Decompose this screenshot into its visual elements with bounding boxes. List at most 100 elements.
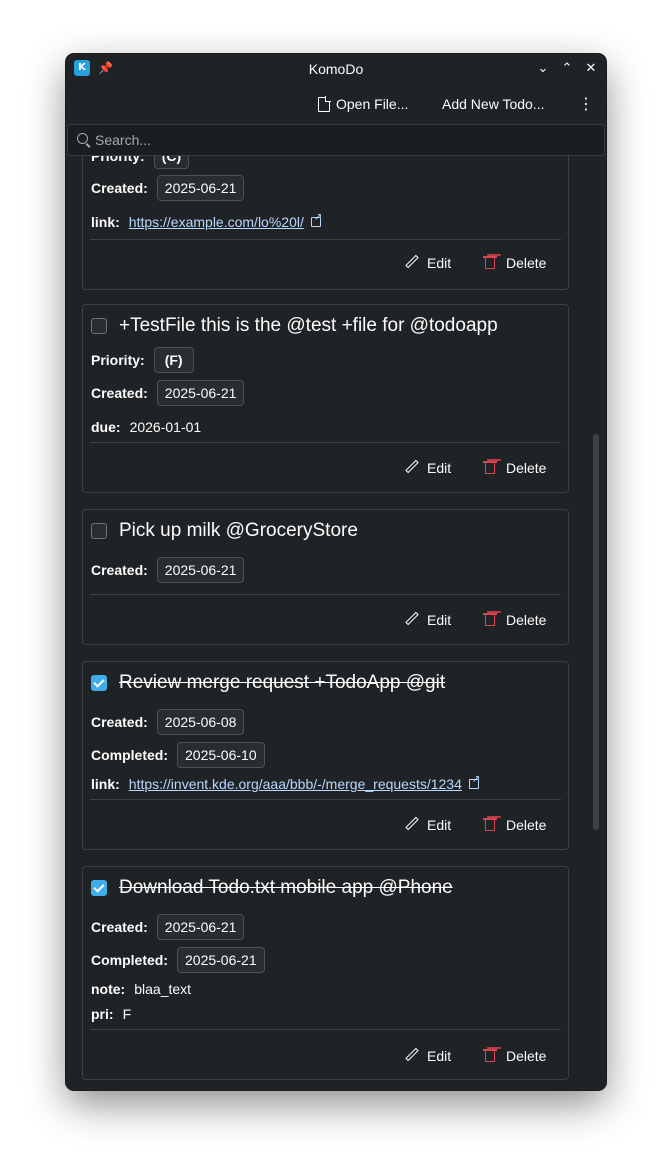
- extra-link[interactable]: https://invent.kde.org/aaa/bbb/-/merge_r…: [129, 776, 462, 792]
- todo-card: +TestFile this is the @test +file for @t…: [82, 304, 569, 493]
- overflow-menu-icon[interactable]: ⋮: [578, 90, 594, 118]
- delete-label: Delete: [506, 255, 547, 271]
- todo-title[interactable]: +TestFile this is the @test +file for @t…: [119, 313, 498, 339]
- external-link-icon[interactable]: [468, 774, 480, 789]
- created-label: Created:: [91, 714, 148, 730]
- created-date: 2025-06-21: [156, 175, 245, 201]
- completed-label: Completed:: [91, 952, 168, 968]
- delete-button[interactable]: Delete: [483, 607, 547, 633]
- priority-row: Priority: (F): [91, 347, 194, 373]
- priority-badge: (C): [153, 156, 190, 169]
- external-link-icon[interactable]: [310, 212, 322, 227]
- priority-row: Priority: (C): [91, 156, 190, 169]
- completed-row: Completed: 2025-06-10: [91, 742, 265, 768]
- created-row: Created: 2025-06-21: [91, 380, 245, 406]
- card-divider: [90, 799, 561, 800]
- toolbar: Open File... Add New Todo... ⋮: [66, 84, 606, 124]
- extra-value: blaa_text: [134, 981, 192, 997]
- delete-button[interactable]: Delete: [483, 250, 547, 276]
- open-file-button[interactable]: Open File...: [318, 90, 408, 118]
- extra-link[interactable]: https://example.com/lo%20l/: [129, 214, 304, 230]
- app-window: K 📌 KomoDo ⌄ ⌃ ✕ Open File... Add New To…: [66, 54, 606, 1090]
- todo-title[interactable]: Review merge request +TodoApp @git: [119, 670, 445, 696]
- created-date: 2025-06-21: [156, 380, 245, 406]
- edit-label: Edit: [427, 1048, 452, 1064]
- todo-card: Pick up milk @GroceryStore Created: 2025…: [82, 509, 569, 645]
- todo-checkbox[interactable]: [91, 318, 107, 334]
- created-label: Created:: [91, 180, 148, 196]
- todo-card: Download Todo.txt mobile app @Phone Crea…: [82, 866, 569, 1080]
- edit-button[interactable]: Edit: [405, 607, 451, 633]
- pencil-icon: [405, 255, 419, 269]
- card-divider: [90, 442, 561, 443]
- edit-label: Edit: [427, 612, 452, 628]
- extra-row: due: 2026-01-01: [91, 414, 201, 440]
- extra-row: pri: F: [91, 1001, 131, 1027]
- pencil-icon: [405, 1048, 419, 1062]
- trash-icon: [483, 1048, 497, 1063]
- trash-icon: [483, 612, 497, 627]
- pencil-icon: [405, 817, 419, 831]
- card-divider: [90, 239, 561, 240]
- created-date: 2025-06-21: [156, 914, 245, 940]
- completed-date: 2025-06-21: [177, 947, 265, 973]
- maximize-button[interactable]: ⌃: [556, 58, 578, 80]
- delete-label: Delete: [506, 1048, 547, 1064]
- extra-key: due:: [91, 419, 121, 435]
- completed-label: Completed:: [91, 747, 168, 763]
- completed-date: 2025-06-10: [177, 742, 265, 768]
- todo-list[interactable]: Priority: (C) Created: 2025-06-21 link: …: [66, 156, 606, 1090]
- created-label: Created:: [91, 385, 148, 401]
- todo-checkbox[interactable]: [91, 523, 107, 539]
- created-date: 2025-06-08: [156, 709, 245, 735]
- created-row: Created: 2025-06-21: [91, 175, 245, 201]
- minimize-button[interactable]: ⌄: [532, 58, 554, 80]
- todo-title[interactable]: Pick up milk @GroceryStore: [119, 518, 358, 544]
- created-row: Created: 2025-06-21: [91, 557, 245, 583]
- edit-label: Edit: [427, 255, 452, 271]
- close-button[interactable]: ✕: [580, 58, 602, 80]
- todo-title[interactable]: Download Todo.txt mobile app @Phone: [119, 875, 453, 901]
- title-bar[interactable]: K 📌 KomoDo ⌄ ⌃ ✕: [66, 54, 606, 84]
- extra-value: F: [122, 1006, 132, 1022]
- trash-icon: [483, 460, 497, 475]
- delete-label: Delete: [506, 817, 547, 833]
- edit-button[interactable]: Edit: [405, 1043, 451, 1069]
- todo-card: Priority: (C) Created: 2025-06-21 link: …: [82, 156, 569, 290]
- created-label: Created:: [91, 562, 148, 578]
- priority-label: Priority:: [91, 156, 145, 164]
- delete-button[interactable]: Delete: [483, 812, 547, 838]
- scrollbar-thumb[interactable]: [593, 434, 599, 830]
- delete-button[interactable]: Delete: [483, 455, 546, 481]
- delete-button[interactable]: Delete: [483, 1043, 547, 1069]
- add-todo-button[interactable]: Add New Todo...: [442, 90, 544, 118]
- created-date: 2025-06-21: [156, 557, 245, 583]
- extra-value: 2026-01-01: [129, 419, 202, 435]
- search-input[interactable]: [95, 125, 575, 155]
- todo-card: Review merge request +TodoApp @git Creat…: [82, 661, 569, 850]
- search-field[interactable]: [67, 124, 605, 156]
- open-file-label: Open File...: [336, 96, 409, 112]
- extra-key: link:: [91, 776, 120, 792]
- created-row: Created: 2025-06-21: [91, 914, 245, 940]
- trash-icon: [483, 255, 497, 270]
- edit-button[interactable]: Edit: [405, 455, 451, 481]
- delete-label: Delete: [506, 612, 547, 628]
- created-label: Created:: [91, 919, 148, 935]
- extra-row: link: https://example.com/lo%20l/: [91, 209, 322, 235]
- extra-row: link: https://invent.kde.org/aaa/bbb/-/m…: [91, 771, 480, 797]
- extra-key: note:: [91, 981, 126, 997]
- document-open-icon: [318, 95, 331, 112]
- pencil-icon: [405, 460, 419, 474]
- search-icon: [77, 133, 88, 144]
- add-todo-label: Add New Todo...: [442, 96, 545, 112]
- completed-row: Completed: 2025-06-21: [91, 947, 265, 973]
- edit-label: Edit: [427, 817, 452, 833]
- edit-button[interactable]: Edit: [405, 250, 451, 276]
- card-divider: [90, 1029, 561, 1030]
- edit-label: Edit: [427, 460, 452, 476]
- todo-checkbox[interactable]: [91, 880, 107, 896]
- extra-key: pri:: [91, 1006, 114, 1022]
- edit-button[interactable]: Edit: [405, 812, 451, 838]
- todo-checkbox[interactable]: [91, 675, 107, 691]
